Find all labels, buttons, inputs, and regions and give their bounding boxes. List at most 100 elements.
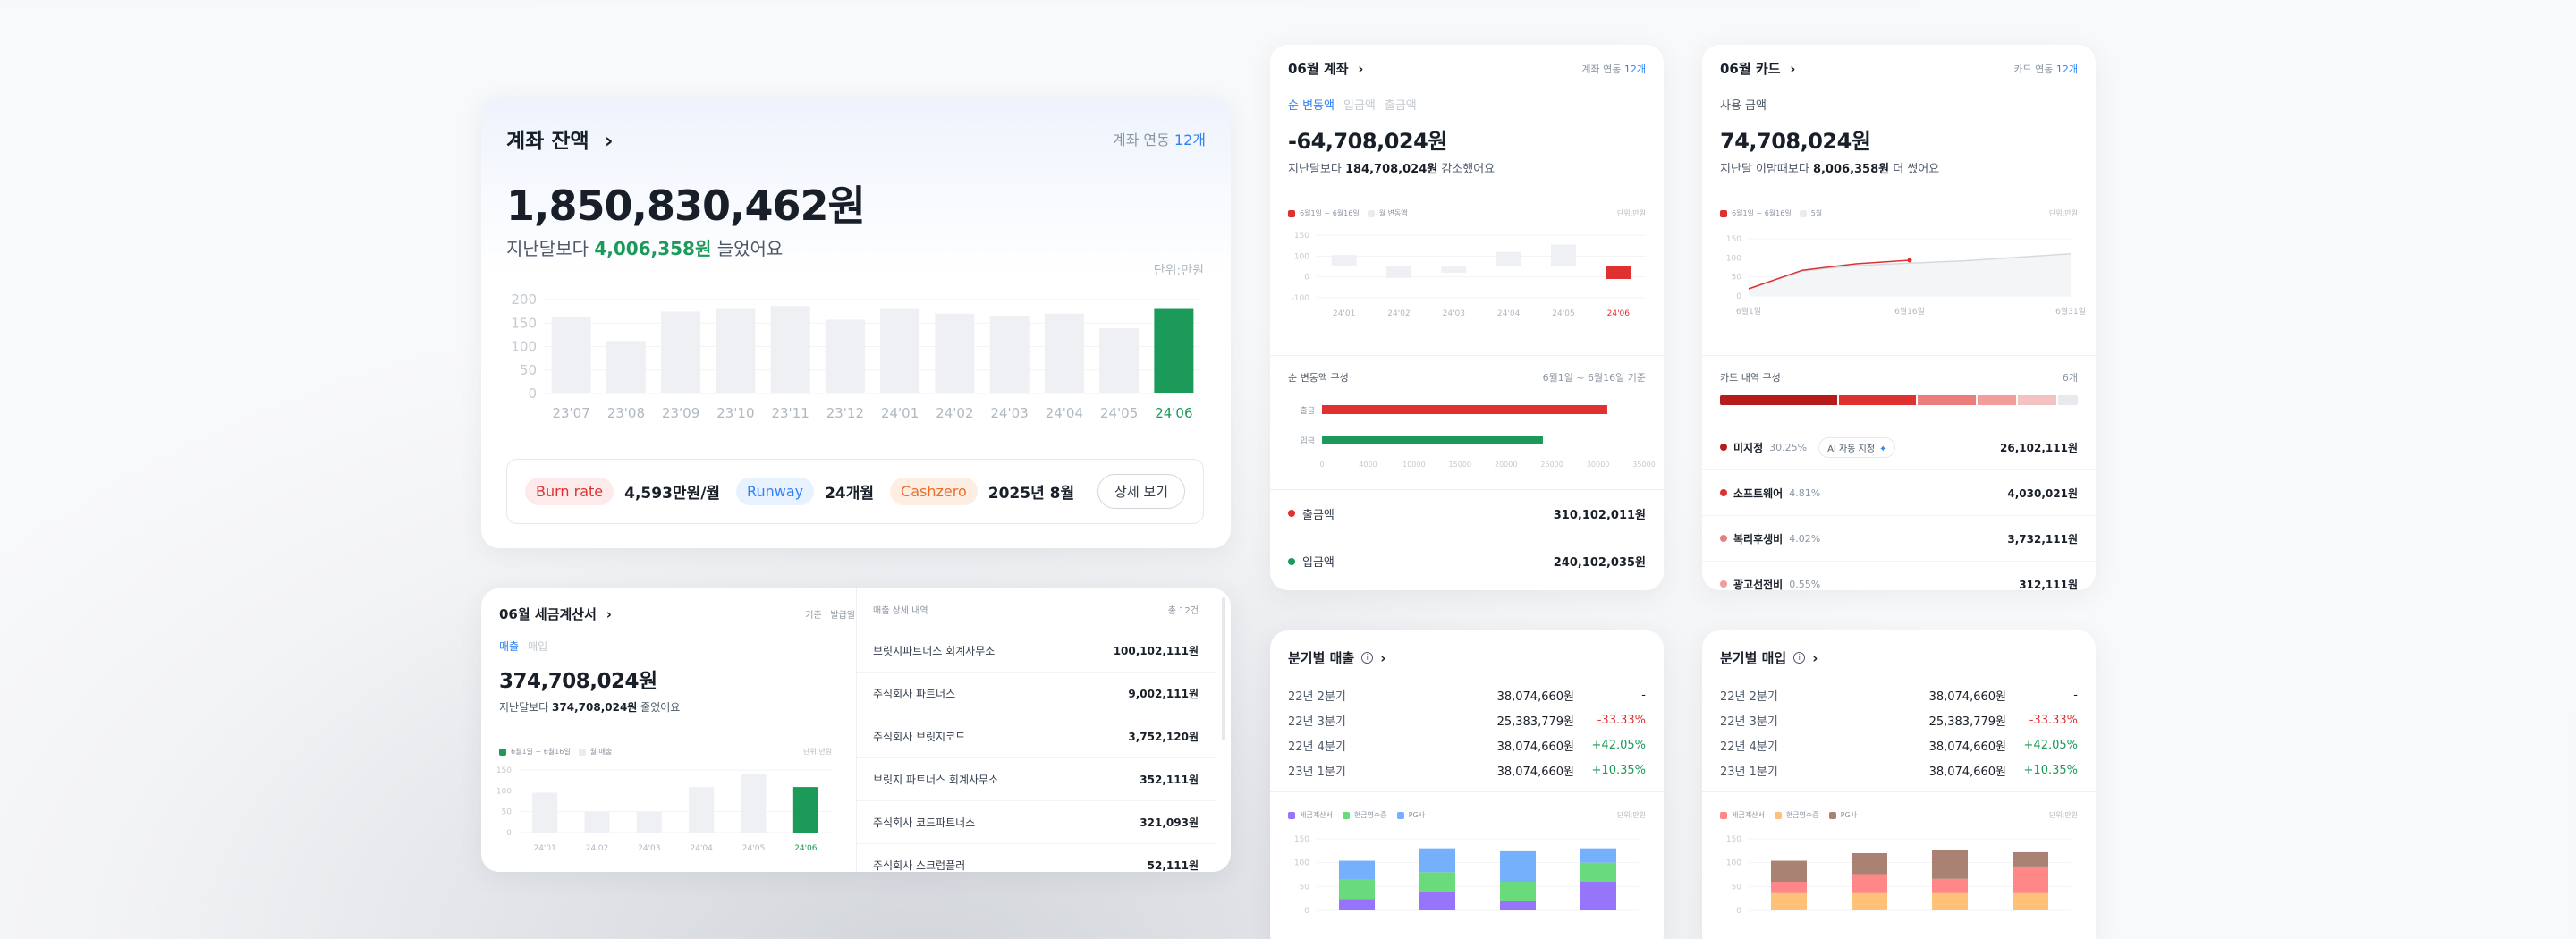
table-row[interactable]: 브릿지 파트너스 회계사무소 352,111원 (857, 758, 1215, 801)
account-title: 06월 계좌 (1288, 61, 1349, 77)
q-sales-stacked-chart: 150 100 50 0 (1294, 835, 1639, 916)
x-tick-label: 10000 (1402, 461, 1425, 469)
info-icon[interactable]: i (1793, 652, 1806, 664)
q-purchase-legend: 세금계산서 현금영수증 PG사 (1720, 810, 1857, 820)
tax-title-link[interactable]: 06월 세금계산서 › (499, 605, 612, 623)
stacked-segment-세금계산서 (1771, 882, 1807, 893)
composition-bar-label: 입금 (1300, 436, 1315, 446)
ai-auto-assign-chip[interactable]: AI 자동 지정 ✦ (1818, 436, 1896, 458)
x-tick-label: 24'05 (1100, 405, 1138, 421)
table-row: 22년 4분기 38,074,660원 +42.05% (1720, 732, 2078, 757)
bar-24'01 (880, 308, 920, 393)
q-sales-title: 분기별 매출 (1288, 650, 1355, 666)
compare-suffix: 더 썼어요 (1893, 163, 1940, 176)
q-purchase-title: 분기별 매입 (1720, 650, 1787, 666)
detail-button[interactable]: 상세 보기 (1097, 474, 1185, 509)
balance-title-link[interactable]: 계좌 잔액 › (506, 123, 613, 154)
legend-current: 6월1일 ~ 6월16일 (511, 748, 571, 756)
card-subtitle: 사용 금액 (1720, 99, 1767, 113)
card-unit: 단위:만원 (2048, 209, 2078, 217)
row-percent: 30.25% (1769, 441, 1808, 453)
stacked-segment-PG사 (1500, 850, 1536, 882)
chevron-right-icon: › (604, 130, 614, 153)
list-item[interactable]: 출금액 310,102,011원 (1270, 490, 1664, 537)
color-dot (1288, 510, 1295, 517)
x-tick-label: 24'03 (990, 405, 1028, 421)
stacked-segment-PG사 (1932, 850, 1968, 879)
row-name: 주식회사 코드파트너스 (873, 816, 976, 829)
y-tick-label: 150 (1726, 835, 1741, 844)
color-dot (1720, 444, 1727, 451)
list-item[interactable]: 소프트웨어 4.81% 4,030,021원 (1702, 470, 2096, 516)
x-tick-label: 23'07 (552, 405, 589, 421)
y-tick-label: 100 (1294, 252, 1309, 261)
row-percent: 4.81% (1789, 486, 1821, 499)
stacked-segment-현금영수증 (1932, 892, 1968, 910)
q-sales-title-link[interactable]: 분기별 매출 i › (1288, 648, 1385, 667)
x-tick-label: 24'04 (1497, 309, 1521, 318)
balance-card: 계좌 잔액 › 계좌 연동 12개 1,850,830,462원 지난달보다 4… (481, 97, 1231, 548)
bar-23'12 (825, 319, 865, 393)
scrollbar[interactable] (1222, 597, 1225, 740)
tab-purchase[interactable]: 매입 (528, 639, 547, 654)
info-icon[interactable]: i (1361, 652, 1374, 664)
balance-account-link[interactable]: 계좌 연동 12개 (1113, 128, 1206, 149)
row-amount: 3,732,111원 (2007, 532, 2078, 546)
card-title: 06월 카드 (1720, 61, 1781, 77)
x-tick-label: 23'12 (826, 405, 864, 421)
row-name: 브릿지 파트너스 회계사무소 (873, 774, 999, 786)
breakdown-count: 6개 (2062, 372, 2078, 384)
q-purchase-title-link[interactable]: 분기별 매입 i › (1720, 648, 1818, 667)
bar-24'02 (935, 313, 975, 393)
account-link[interactable]: 계좌 연동 12개 (1581, 62, 1646, 76)
row-amount: 321,093원 (1140, 816, 1199, 829)
account-title-link[interactable]: 06월 계좌 › (1288, 59, 1363, 78)
legend-swatch (1396, 811, 1404, 819)
table-row: 23년 1분기 38,074,660원 +10.35% (1288, 757, 1646, 782)
kpi-badge: Burn rate (525, 478, 614, 505)
list-item[interactable]: 미지정 30.25% AI 자동 지정 ✦ 26,102,111원 (1702, 425, 2096, 470)
account-card: 06월 계좌 › 계좌 연동 12개 순 변동액 입금액 출금액 -64,708… (1270, 45, 1664, 590)
tab-deposit[interactable]: 입금액 (1343, 96, 1376, 113)
bar-24'05 (741, 774, 767, 833)
list-item[interactable]: 입금액 240,102,035원 (1270, 537, 1664, 585)
y-tick-label: 50 (520, 362, 537, 378)
tab-withdrawal[interactable]: 출금액 (1385, 96, 1417, 113)
legend-label: 현금영수증 (1353, 811, 1387, 819)
stacked-segment-PG사 (2012, 851, 2048, 867)
x-tick-label: 24'06 (794, 844, 818, 853)
current-end-point (1907, 258, 1912, 263)
bar-24'02 (584, 811, 610, 833)
legend-swatch-current (1720, 209, 1727, 217)
legend-swatch-current (499, 748, 506, 756)
table-row[interactable]: 주식회사 브릿지코드 3,752,120원 (857, 715, 1215, 758)
x-tick-label: 24'02 (1387, 309, 1410, 318)
tab-sales[interactable]: 매출 (499, 639, 519, 654)
y-tick-label: 150 (1294, 835, 1309, 844)
card-link[interactable]: 카드 연동 12개 (2013, 62, 2078, 76)
breakdown-segment (1977, 395, 2017, 405)
q-purchase-stacked-chart: 150 100 50 0 (1726, 835, 2071, 916)
bar-23'09 (661, 311, 701, 393)
compare-prefix: 지난달 이맘때보다 (1720, 163, 1809, 176)
list-item[interactable]: 광고선전비 0.55% 312,111원 (1702, 562, 2096, 590)
table-row[interactable]: 주식회사 파트너스 9,002,111원 (857, 673, 1215, 715)
tax-unit: 단위:만원 (803, 748, 833, 756)
y-tick-label: 0 (528, 385, 537, 402)
card-title-link[interactable]: 06월 카드 › (1720, 59, 1795, 78)
table-row[interactable]: 브릿지파트너스 회계사무소 100,102,111원 (857, 630, 1215, 673)
table-row[interactable]: 주식회사 스크럼플러 52,111원 (857, 844, 1215, 872)
tab-net-change[interactable]: 순 변동액 (1288, 96, 1335, 113)
x-tick-label: 23'08 (607, 405, 645, 421)
compare-prefix: 지난달보다 (1288, 163, 1342, 176)
breakdown-segment (2018, 395, 2057, 405)
legend-swatch (1720, 811, 1727, 819)
quarter-label: 22년 3분기 (1720, 715, 1778, 729)
account-compare: 지난달보다 184,708,024원 감소했어요 (1288, 159, 1495, 176)
stacked-segment-세금계산서 (1852, 874, 1887, 893)
compare-suffix: 감소했어요 (1441, 163, 1496, 176)
x-tick-label: 25000 (1540, 461, 1563, 469)
table-row[interactable]: 주식회사 코드파트너스 321,093원 (857, 801, 1215, 844)
compare-prefix: 지난달보다 (499, 701, 549, 714)
list-item[interactable]: 복리후생비 4.02% 3,732,111원 (1702, 516, 2096, 562)
